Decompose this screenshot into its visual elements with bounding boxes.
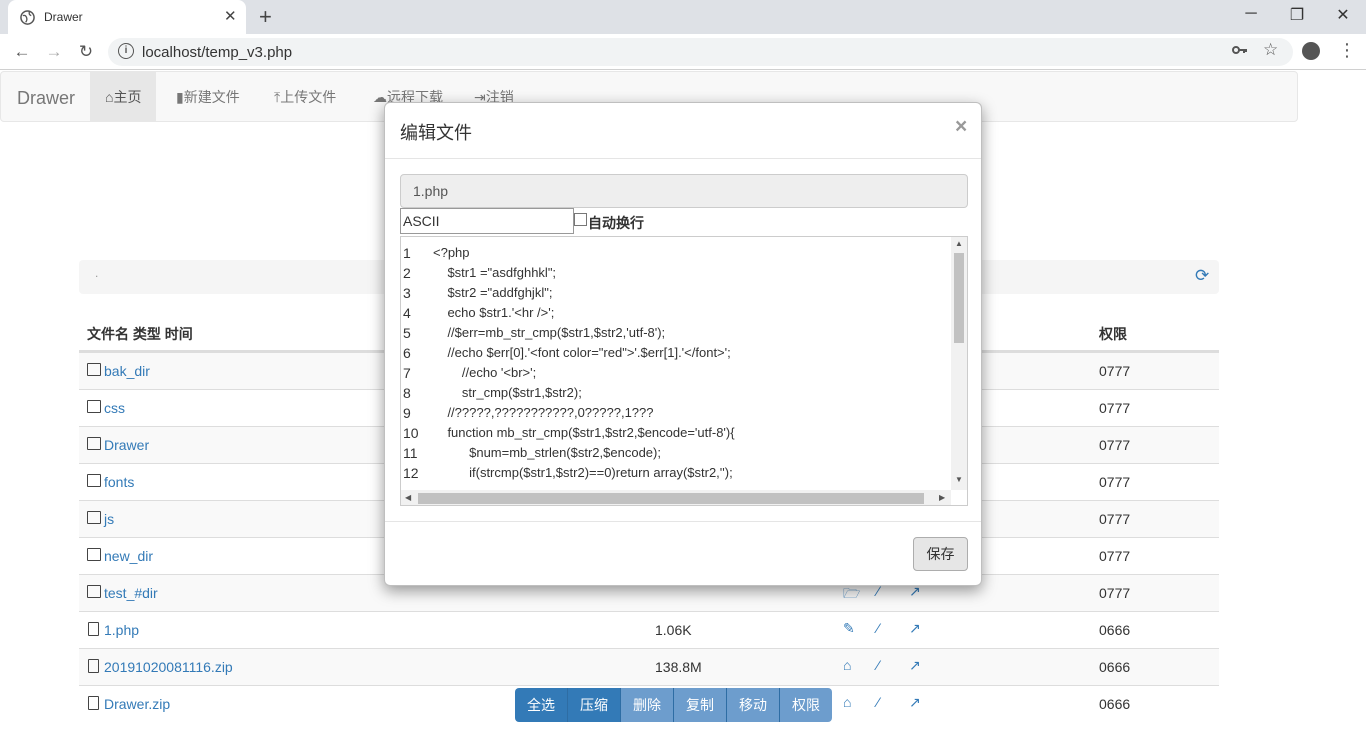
- browser-tab[interactable]: Drawer ✕: [8, 0, 246, 34]
- auto-wrap-checkbox[interactable]: [574, 213, 587, 226]
- code-line: //$err=mb_str_cmp($str1,$str2,'utf-8');: [433, 325, 666, 340]
- line-number: 4: [403, 305, 411, 321]
- menu-kebab-icon[interactable]: ⋮: [1338, 40, 1356, 61]
- url-text[interactable]: localhost/temp_v3.php: [142, 44, 292, 61]
- line-number: 8: [403, 385, 411, 401]
- line-number: 3: [403, 285, 411, 301]
- key-icon[interactable]: [1232, 41, 1248, 57]
- line-number: 5: [403, 325, 411, 341]
- vertical-scroll-thumb[interactable]: [954, 253, 964, 343]
- address-bar: ← → ↻ i localhost/temp_v3.php ☆ ⋮: [0, 34, 1366, 70]
- code-line: //echo $err[0].'<font color="red">'.$err…: [433, 345, 731, 360]
- browser-tabbar: Drawer ✕ + ─ ❐ ✕: [0, 0, 1366, 34]
- line-number: 6: [403, 345, 411, 361]
- scroll-up-icon[interactable]: ▲: [955, 239, 963, 248]
- minimize-icon[interactable]: ─: [1241, 5, 1261, 23]
- code-line: //?????,???????????,0?????,1???: [433, 405, 654, 420]
- globe-icon: [20, 10, 35, 25]
- info-icon[interactable]: i: [118, 43, 134, 59]
- back-icon[interactable]: ←: [11, 42, 33, 62]
- code-line: $num=mb_strlen($str2,$encode);: [433, 445, 661, 460]
- code-editor[interactable]: 1 2 3 4 5 6 7 8 9 10 11 12 <?php $str1 =…: [400, 236, 968, 506]
- auto-wrap-label[interactable]: 自动换行: [588, 213, 644, 233]
- line-number: 11: [403, 445, 418, 461]
- line-number: 9: [403, 405, 411, 421]
- scroll-right-icon[interactable]: ▶: [939, 493, 945, 502]
- scroll-left-icon[interactable]: ◀: [405, 493, 411, 502]
- line-number: 10: [403, 425, 419, 441]
- encoding-input[interactable]: ASCII: [400, 208, 574, 234]
- line-number: 7: [403, 365, 411, 381]
- vertical-scrollbar[interactable]: ▲ ▼: [951, 237, 967, 490]
- window-close-icon[interactable]: ✕: [1333, 5, 1353, 25]
- code-line: str_cmp($str1,$str2);: [433, 385, 582, 400]
- forward-icon[interactable]: →: [43, 42, 65, 62]
- code-line: <?php: [433, 245, 470, 260]
- modal-footer-divider: [385, 521, 981, 522]
- code-line: function mb_str_cmp($str1,$str2,$encode=…: [433, 425, 735, 440]
- edit-file-modal: 编辑文件 × 1.php ASCII 自动换行 1 2 3 4 5 6 7 8 …: [384, 102, 982, 586]
- account-icon[interactable]: [1302, 42, 1320, 60]
- modal-title: 编辑文件: [400, 123, 472, 143]
- modal-header-divider: [385, 158, 981, 159]
- tab-close-icon[interactable]: ✕: [224, 7, 237, 25]
- line-number: 2: [403, 265, 411, 281]
- tab-title: Drawer: [44, 10, 83, 24]
- new-tab-icon[interactable]: +: [259, 4, 272, 30]
- omnibox[interactable]: i localhost/temp_v3.php ☆: [108, 38, 1293, 66]
- bookmark-star-icon[interactable]: ☆: [1263, 40, 1278, 60]
- code-line: $str1 ="asdfghhkl";: [433, 265, 557, 280]
- modal-close-icon[interactable]: ×: [955, 115, 967, 139]
- reload-icon[interactable]: ↻: [75, 42, 97, 62]
- line-number: 1: [403, 245, 411, 261]
- horizontal-scroll-thumb[interactable]: [418, 493, 924, 504]
- scroll-down-icon[interactable]: ▼: [955, 475, 963, 484]
- horizontal-scrollbar[interactable]: ◀ ▶: [401, 490, 951, 505]
- code-line: if(strcmp($str1,$str2)==0)return array($…: [433, 465, 733, 480]
- code-line: echo $str1.'<hr />';: [433, 305, 555, 320]
- restore-icon[interactable]: ❐: [1287, 5, 1307, 25]
- line-number: 12: [403, 465, 419, 481]
- save-button[interactable]: 保存: [913, 537, 968, 571]
- code-line: $str2 ="addfghjkl";: [433, 285, 553, 300]
- line-number-gutter: 1 2 3 4 5 6 7 8 9 10 11 12: [401, 237, 431, 505]
- code-line: //echo '<br>';: [433, 365, 537, 380]
- filename-field[interactable]: 1.php: [400, 174, 968, 208]
